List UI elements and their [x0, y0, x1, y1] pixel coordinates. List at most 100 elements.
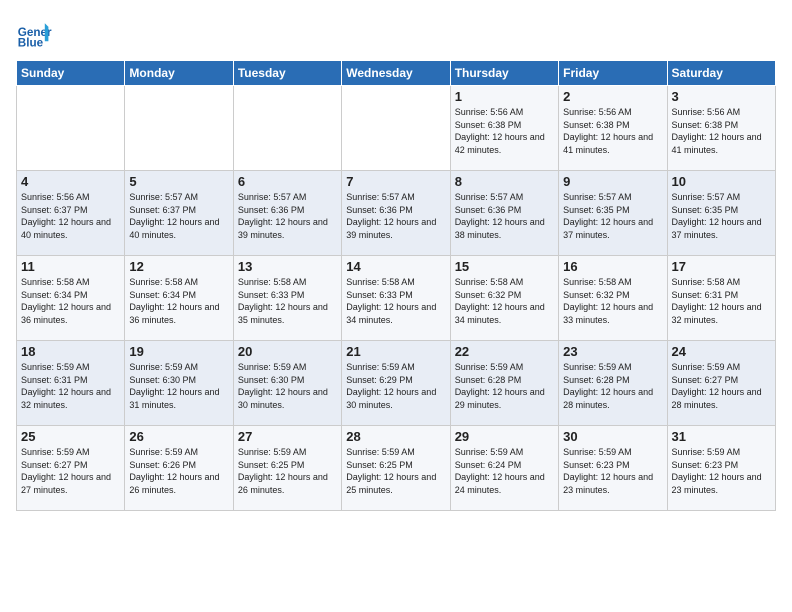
weekday-header-monday: Monday: [125, 61, 233, 86]
day-number: 15: [455, 259, 554, 274]
day-info: Sunrise: 5:58 AM Sunset: 6:33 PM Dayligh…: [238, 276, 337, 326]
day-number: 5: [129, 174, 228, 189]
calendar-cell: 19 Sunrise: 5:59 AM Sunset: 6:30 PM Dayli…: [125, 341, 233, 426]
day-info: Sunrise: 5:58 AM Sunset: 6:32 PM Dayligh…: [455, 276, 554, 326]
day-number: 30: [563, 429, 662, 444]
calendar-cell: 11Sunrise: 5:58 AM Sunset: 6:34 PM Dayli…: [17, 256, 125, 341]
calendar-cell: 18 Sunrise: 5:59 AM Sunset: 6:31 PM Dayli…: [17, 341, 125, 426]
calendar-cell: 13Sunrise: 5:58 AM Sunset: 6:33 PM Dayli…: [233, 256, 341, 341]
day-info: Sunrise: 5:59 AM Sunset: 6:31 PM Dayligh…: [21, 361, 120, 411]
calendar-cell: 17 Sunrise: 5:58 AM Sunset: 6:31 PM Dayli…: [667, 256, 775, 341]
logo-icon: General Blue: [16, 16, 52, 52]
day-info: Sunrise: 5:59 AM Sunset: 6:30 PM Dayligh…: [129, 361, 228, 411]
calendar-cell: 24 Sunrise: 5:59 AM Sunset: 6:27 PM Dayli…: [667, 341, 775, 426]
day-number: 7: [346, 174, 445, 189]
day-number: 4: [21, 174, 120, 189]
day-number: 19: [129, 344, 228, 359]
calendar-cell: 2 Sunrise: 5:56 AM Sunset: 6:38 PM Daylig…: [559, 86, 667, 171]
weekday-header-tuesday: Tuesday: [233, 61, 341, 86]
day-number: 27: [238, 429, 337, 444]
day-number: 17: [672, 259, 771, 274]
calendar-cell: 23Sunrise: 5:59 AM Sunset: 6:28 PM Dayli…: [559, 341, 667, 426]
day-info: Sunrise: 5:59 AM Sunset: 6:23 PM Dayligh…: [563, 446, 662, 496]
day-info: Sunrise: 5:59 AM Sunset: 6:25 PM Dayligh…: [346, 446, 445, 496]
calendar-cell: 12 Sunrise: 5:58 AM Sunset: 6:34 PM Dayli…: [125, 256, 233, 341]
calendar-cell: 14 Sunrise: 5:58 AM Sunset: 6:33 PM Dayli…: [342, 256, 450, 341]
day-info: Sunrise: 5:57 AM Sunset: 6:35 PM Dayligh…: [672, 191, 771, 241]
day-info: Sunrise: 5:57 AM Sunset: 6:36 PM Dayligh…: [455, 191, 554, 241]
day-number: 14: [346, 259, 445, 274]
calendar-cell: 22Sunrise: 5:59 AM Sunset: 6:28 PM Dayli…: [450, 341, 558, 426]
calendar-cell: 8 Sunrise: 5:57 AM Sunset: 6:36 PM Daylig…: [450, 171, 558, 256]
day-info: Sunrise: 5:59 AM Sunset: 6:29 PM Dayligh…: [346, 361, 445, 411]
day-info: Sunrise: 5:59 AM Sunset: 6:28 PM Dayligh…: [455, 361, 554, 411]
day-info: Sunrise: 5:57 AM Sunset: 6:35 PM Dayligh…: [563, 191, 662, 241]
calendar-cell: 9 Sunrise: 5:57 AM Sunset: 6:35 PM Daylig…: [559, 171, 667, 256]
day-info: Sunrise: 5:59 AM Sunset: 6:26 PM Dayligh…: [129, 446, 228, 496]
calendar-cell: 10Sunrise: 5:57 AM Sunset: 6:35 PM Dayli…: [667, 171, 775, 256]
calendar-cell: 4Sunrise: 5:56 AM Sunset: 6:37 PM Daylig…: [17, 171, 125, 256]
day-info: Sunrise: 5:59 AM Sunset: 6:25 PM Dayligh…: [238, 446, 337, 496]
calendar-week-row: 4Sunrise: 5:56 AM Sunset: 6:37 PM Daylig…: [17, 171, 776, 256]
day-info: Sunrise: 5:59 AM Sunset: 6:27 PM Dayligh…: [21, 446, 120, 496]
day-number: 12: [129, 259, 228, 274]
weekday-header-wednesday: Wednesday: [342, 61, 450, 86]
calendar-cell: 31 Sunrise: 5:59 AM Sunset: 6:23 PM Dayli…: [667, 426, 775, 511]
day-info: Sunrise: 5:59 AM Sunset: 6:30 PM Dayligh…: [238, 361, 337, 411]
day-number: 31: [672, 429, 771, 444]
weekday-header-saturday: Saturday: [667, 61, 775, 86]
calendar-cell: 29Sunrise: 5:59 AM Sunset: 6:24 PM Dayli…: [450, 426, 558, 511]
calendar-week-row: 1 Sunrise: 5:56 AM Sunset: 6:38 PM Daylig…: [17, 86, 776, 171]
calendar-body: 1 Sunrise: 5:56 AM Sunset: 6:38 PM Daylig…: [17, 86, 776, 511]
svg-text:Blue: Blue: [18, 37, 44, 50]
calendar-cell: 26Sunrise: 5:59 AM Sunset: 6:26 PM Dayli…: [125, 426, 233, 511]
calendar-cell: 1 Sunrise: 5:56 AM Sunset: 6:38 PM Daylig…: [450, 86, 558, 171]
calendar-cell: 7 Sunrise: 5:57 AM Sunset: 6:36 PM Daylig…: [342, 171, 450, 256]
day-number: 20: [238, 344, 337, 359]
weekday-header-row: SundayMondayTuesdayWednesdayThursdayFrid…: [17, 61, 776, 86]
calendar-cell: 3 Sunrise: 5:56 AM Sunset: 6:38 PM Daylig…: [667, 86, 775, 171]
calendar-cell: 28Sunrise: 5:59 AM Sunset: 6:25 PM Dayli…: [342, 426, 450, 511]
calendar-cell: 16Sunrise: 5:58 AM Sunset: 6:32 PM Dayli…: [559, 256, 667, 341]
calendar-cell: [125, 86, 233, 171]
day-number: 25: [21, 429, 120, 444]
day-number: 9: [563, 174, 662, 189]
calendar-cell: [342, 86, 450, 171]
calendar-cell: 25 Sunrise: 5:59 AM Sunset: 6:27 PM Dayli…: [17, 426, 125, 511]
day-info: Sunrise: 5:59 AM Sunset: 6:23 PM Dayligh…: [672, 446, 771, 496]
day-info: Sunrise: 5:59 AM Sunset: 6:27 PM Dayligh…: [672, 361, 771, 411]
day-info: Sunrise: 5:56 AM Sunset: 6:38 PM Dayligh…: [563, 106, 662, 156]
header: General Blue: [16, 16, 776, 52]
day-number: 24: [672, 344, 771, 359]
day-info: Sunrise: 5:58 AM Sunset: 6:34 PM Dayligh…: [129, 276, 228, 326]
day-number: 2: [563, 89, 662, 104]
calendar-cell: 20 Sunrise: 5:59 AM Sunset: 6:30 PM Dayli…: [233, 341, 341, 426]
day-number: 1: [455, 89, 554, 104]
day-info: Sunrise: 5:58 AM Sunset: 6:31 PM Dayligh…: [672, 276, 771, 326]
day-number: 6: [238, 174, 337, 189]
calendar-cell: 5 Sunrise: 5:57 AM Sunset: 6:37 PM Daylig…: [125, 171, 233, 256]
day-number: 18: [21, 344, 120, 359]
calendar-cell: [17, 86, 125, 171]
day-info: Sunrise: 5:56 AM Sunset: 6:38 PM Dayligh…: [455, 106, 554, 156]
day-number: 11: [21, 259, 120, 274]
day-info: Sunrise: 5:56 AM Sunset: 6:38 PM Dayligh…: [672, 106, 771, 156]
calendar-cell: [233, 86, 341, 171]
day-info: Sunrise: 5:59 AM Sunset: 6:28 PM Dayligh…: [563, 361, 662, 411]
day-number: 8: [455, 174, 554, 189]
day-info: Sunrise: 5:57 AM Sunset: 6:36 PM Dayligh…: [346, 191, 445, 241]
calendar-cell: 21 Sunrise: 5:59 AM Sunset: 6:29 PM Dayli…: [342, 341, 450, 426]
day-number: 29: [455, 429, 554, 444]
day-info: Sunrise: 5:58 AM Sunset: 6:33 PM Dayligh…: [346, 276, 445, 326]
day-number: 21: [346, 344, 445, 359]
calendar-cell: 27 Sunrise: 5:59 AM Sunset: 6:25 PM Dayli…: [233, 426, 341, 511]
day-number: 3: [672, 89, 771, 104]
calendar-cell: 30 Sunrise: 5:59 AM Sunset: 6:23 PM Dayli…: [559, 426, 667, 511]
day-info: Sunrise: 5:57 AM Sunset: 6:36 PM Dayligh…: [238, 191, 337, 241]
weekday-header-thursday: Thursday: [450, 61, 558, 86]
weekday-header-sunday: Sunday: [17, 61, 125, 86]
calendar-table: SundayMondayTuesdayWednesdayThursdayFrid…: [16, 60, 776, 511]
calendar-week-row: 18 Sunrise: 5:59 AM Sunset: 6:31 PM Dayli…: [17, 341, 776, 426]
day-info: Sunrise: 5:58 AM Sunset: 6:32 PM Dayligh…: [563, 276, 662, 326]
day-info: Sunrise: 5:57 AM Sunset: 6:37 PM Dayligh…: [129, 191, 228, 241]
